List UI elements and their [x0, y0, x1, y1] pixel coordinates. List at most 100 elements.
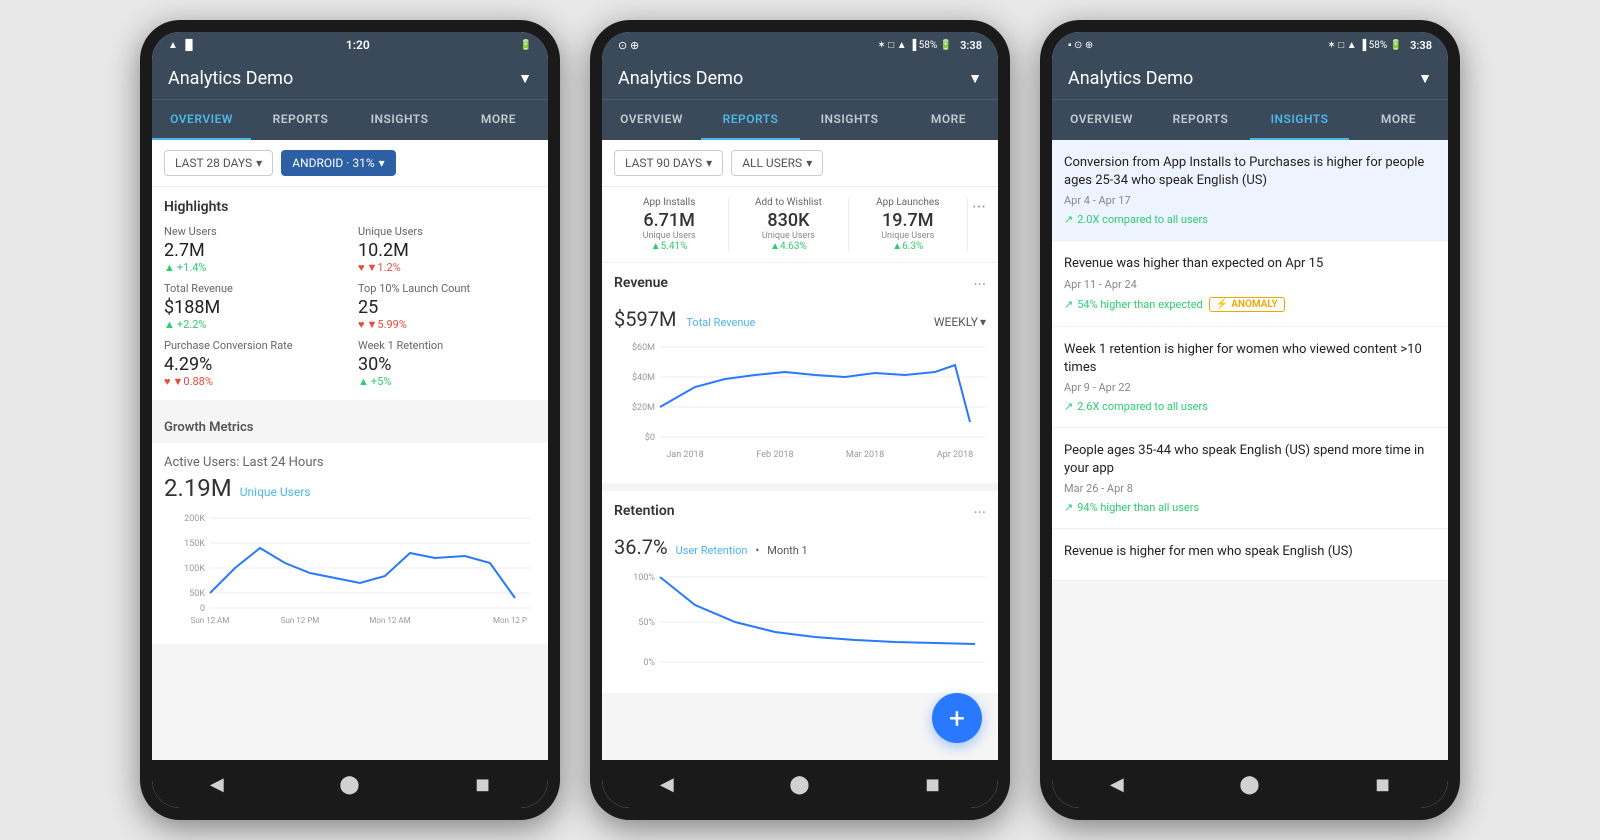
insight-item-0[interactable]: Conversion from App Installs to Purchase… [1052, 140, 1448, 241]
stat-value-2: 19.7M [853, 210, 963, 231]
stat-wishlist: Add to Wishlist 830K Unique Users ▲4.63% [729, 197, 848, 252]
home-button-3[interactable]: ⬤ [1239, 774, 1259, 795]
period-filter-1[interactable]: LAST 28 DAYS ▾ [164, 150, 273, 176]
revenue-link[interactable]: Total Revenue [686, 316, 755, 329]
tab-overview-2[interactable]: OVERVIEW [602, 100, 701, 140]
period-filter-2[interactable]: LAST 90 DAYS ▾ [614, 150, 723, 176]
status-left-2: ⊙ ⊕ [618, 39, 639, 52]
tabs-2: OVERVIEW REPORTS INSIGHTS MORE [602, 99, 998, 140]
system-icons: ✶ □ ▲ ▐ 58% 🔋 [1327, 40, 1402, 51]
tab-overview-3[interactable]: OVERVIEW [1052, 100, 1151, 140]
highlight-unique-users: Unique Users 10.2M ♥ ▼1.2% [358, 225, 536, 274]
hl-label-2: Total Revenue [164, 282, 342, 295]
segment-filter-2[interactable]: ALL USERS ▾ [731, 150, 823, 176]
insight-date-2: Apr 9 - Apr 22 [1064, 381, 1436, 394]
insight-date-0: Apr 4 - Apr 17 [1064, 194, 1436, 207]
phone-3: ▪ ⊙ ⊕ ✶ □ ▲ ▐ 58% 🔋 3:38 Analytics Demo … [1040, 20, 1460, 820]
tab-reports-1[interactable]: Reports [251, 100, 350, 140]
hl-value-3: 25 [358, 297, 536, 318]
recents-button-3[interactable]: ◼ [1375, 774, 1390, 795]
segment-filter-1[interactable]: ANDROID · 31% ▾ [281, 150, 395, 176]
time-display-2: 3:38 [960, 39, 982, 52]
insight-metric-2: ↗ 2.6X compared to all users [1064, 400, 1436, 413]
svg-text:50%: 50% [638, 618, 655, 628]
bluetooth-icon: ✶ □ ▲ ▐ 58% 🔋 [877, 40, 952, 51]
notification-icon: ⊙ ⊕ [618, 39, 639, 52]
retention-link[interactable]: User Retention [676, 544, 748, 557]
active-users-link[interactable]: Unique Users [240, 485, 311, 499]
nav-bar-3: ◀ ⬤ ◼ [1052, 760, 1448, 808]
retention-more-icon[interactable]: ··· [973, 503, 986, 522]
chevron-down-icon-5: ▾ [980, 315, 986, 329]
tab-insights-3[interactable]: INSIGHTS [1250, 100, 1349, 140]
growth-metrics-header: Growth Metrics [152, 408, 548, 443]
time-display-3: 3:38 [1410, 39, 1432, 52]
stat-value-0: 6.71M [614, 210, 724, 231]
tab-insights-2[interactable]: INSIGHTS [800, 100, 899, 140]
back-button-1[interactable]: ◀ [210, 774, 224, 795]
app-header-1: Analytics Demo ▼ [152, 58, 548, 99]
tab-overview-1[interactable]: Overview [152, 100, 251, 140]
svg-text:150K: 150K [184, 539, 205, 549]
status-icons-1: 🔋 [520, 40, 532, 51]
scroll-content-1[interactable]: LAST 28 DAYS ▾ ANDROID · 31% ▾ Highlight… [152, 140, 548, 760]
retention-section: Retention ··· 36.7% User Retention • Mon… [602, 491, 998, 693]
active-users-chart: Active Users: Last 24 Hours 2.19M Unique… [152, 443, 548, 644]
dropdown-arrow-2[interactable]: ▼ [968, 70, 982, 87]
hl-change-4: ♥ ▼0.88% [164, 375, 342, 388]
svg-text:$40M: $40M [632, 372, 655, 383]
insight-item-4[interactable]: Revenue is higher for men who speak Engl… [1052, 529, 1448, 580]
signal-icon: ▐▌ [182, 40, 196, 51]
tab-reports-3[interactable]: REPORTS [1151, 100, 1250, 140]
growth-title: Growth Metrics [164, 420, 253, 435]
dropdown-arrow-3[interactable]: ▼ [1418, 70, 1432, 87]
insight-item-2[interactable]: Week 1 retention is higher for women who… [1052, 327, 1448, 428]
stat-change-0: ▲5.41% [614, 241, 724, 252]
hl-value-5: 30% [358, 354, 536, 375]
active-users-value: 2.19M [164, 474, 232, 502]
insight-title-1: Revenue was higher than expected on Apr … [1064, 255, 1436, 273]
svg-text:Sun 12 AM: Sun 12 AM [191, 616, 230, 625]
tab-reports-2[interactable]: REPORTS [701, 100, 800, 140]
back-button-2[interactable]: ◀ [660, 774, 674, 795]
phone-2: ⊙ ⊕ ✶ □ ▲ ▐ 58% 🔋 3:38 Analytics Demo ▼ … [590, 20, 1010, 820]
scroll-content-3[interactable]: Conversion from App Installs to Purchase… [1052, 140, 1448, 760]
more-options-icon[interactable]: ··· [968, 197, 990, 218]
tabs-3: OVERVIEW REPORTS INSIGHTS MORE [1052, 99, 1448, 140]
insight-item-3[interactable]: People ages 35-44 who speak English (US)… [1052, 428, 1448, 529]
tab-insights-1[interactable]: Insights [350, 100, 449, 140]
hl-value-4: 4.29% [164, 354, 342, 375]
app-header-2: Analytics Demo ▼ [602, 58, 998, 99]
stat-label-0: App Installs [614, 197, 724, 208]
app-title-2: Analytics Demo [618, 68, 962, 89]
home-button-2[interactable]: ⬤ [789, 774, 809, 795]
weekly-selector[interactable]: WEEKLY ▾ [934, 315, 986, 329]
svg-text:Jan 2018: Jan 2018 [666, 450, 703, 460]
recents-button-2[interactable]: ◼ [925, 774, 940, 795]
highlight-new-users: New Users 2.7M ▲ +1.4% [164, 225, 342, 274]
recents-button-1[interactable]: ◼ [475, 774, 490, 795]
hl-change-2: ▲ +2.2% [164, 318, 342, 331]
status-icons-3: ✶ □ ▲ ▐ 58% 🔋 3:38 [1327, 39, 1432, 52]
fab-button[interactable]: + [932, 693, 982, 743]
dropdown-arrow-1[interactable]: ▼ [518, 70, 532, 87]
highlights-section: Highlights New Users 2.7M ▲ +1.4% Unique… [152, 187, 548, 400]
tab-more-1[interactable]: More [449, 100, 548, 140]
revenue-value: $597M [614, 307, 676, 331]
stat-sub-2: Unique Users [853, 231, 963, 241]
insight-item-1[interactable]: Revenue was higher than expected on Apr … [1052, 241, 1448, 326]
scroll-content-2[interactable]: LAST 90 DAYS ▾ ALL USERS ▾ App Installs … [602, 140, 998, 760]
tab-more-2[interactable]: MORE [899, 100, 998, 140]
hl-label-4: Purchase Conversion Rate [164, 339, 342, 352]
tab-more-3[interactable]: MORE [1349, 100, 1448, 140]
revenue-more-icon[interactable]: ··· [973, 275, 986, 294]
highlight-launch-count: Top 10% Launch Count 25 ♥ ▼5.99% [358, 282, 536, 331]
svg-text:$60M: $60M [632, 342, 655, 353]
back-button-3[interactable]: ◀ [1110, 774, 1124, 795]
chevron-down-icon-4: ▾ [806, 156, 812, 170]
highlights-title: Highlights [164, 199, 536, 215]
home-button-1[interactable]: ⬤ [339, 774, 359, 795]
active-users-svg: 200K 150K 100K 50K 0 Sun 12 AM Sun 12 PM… [164, 508, 536, 628]
hl-label-1: Unique Users [358, 225, 536, 238]
anomaly-badge: ⚡ ANOMALY [1209, 297, 1285, 312]
